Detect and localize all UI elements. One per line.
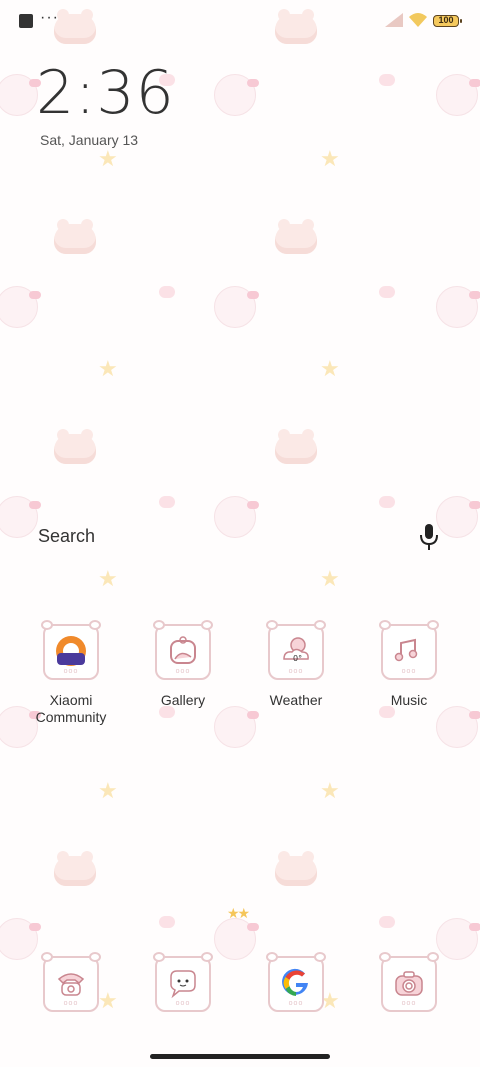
bear-decoration: [54, 851, 96, 886]
gallery-icon: ooo: [153, 620, 213, 680]
app-music[interactable]: ooo Music: [354, 620, 464, 709]
cloud-decoration: [159, 496, 175, 508]
star-decoration: ★: [320, 146, 340, 171]
app-label: Music: [390, 692, 428, 708]
cloud-decoration: [379, 496, 395, 508]
battery-icon: 100: [433, 15, 462, 27]
messages-icon: ooo: [153, 952, 213, 1012]
google-icon: ooo: [266, 952, 326, 1012]
bear-decoration: [275, 851, 317, 886]
app-label: Gallery: [160, 692, 206, 708]
clock-time[interactable]: 2:36: [36, 58, 175, 128]
bunny-decoration: [214, 74, 259, 116]
app-label: Weather: [269, 692, 323, 708]
cloud-decoration: [379, 286, 395, 298]
gesture-navigation-handle[interactable]: [150, 1054, 330, 1059]
music-icon: ooo: [379, 620, 439, 680]
star-decoration: ★: [320, 566, 340, 591]
dock-google[interactable]: ooo: [241, 952, 351, 1012]
search-bar[interactable]: Search: [24, 514, 456, 560]
square-notification-icon: [19, 14, 33, 28]
cloud-decoration: [159, 916, 175, 928]
wifi-icon: [409, 13, 427, 27]
more-notifications-indicator: ···: [40, 9, 59, 26]
cloud-decoration: [379, 74, 395, 86]
bear-decoration: [275, 429, 317, 464]
star-decoration: ★: [98, 778, 118, 803]
star-decoration: ★: [320, 356, 340, 381]
weather-temp: 0°: [293, 654, 302, 663]
bunny-decoration: [436, 706, 480, 748]
camera-icon: ooo: [379, 952, 439, 1012]
star-decoration: ★: [98, 146, 118, 171]
bunny-decoration: [0, 918, 41, 960]
bunny-decoration: [214, 286, 259, 328]
cloud-decoration: [379, 916, 395, 928]
weather-icon: 0° ooo: [266, 620, 326, 680]
app-gallery[interactable]: ooo Gallery: [128, 620, 238, 709]
bear-decoration: [275, 219, 317, 254]
bear-decoration: [54, 429, 96, 464]
bunny-decoration: [436, 74, 480, 116]
phone-icon: ooo: [41, 952, 101, 1012]
bunny-decoration: [0, 74, 41, 116]
cloud-decoration: [159, 286, 175, 298]
star-decoration: ★: [98, 356, 118, 381]
dock-camera[interactable]: ooo: [354, 952, 464, 1012]
bunny-decoration: [214, 918, 259, 960]
bunny-decoration: [436, 286, 480, 328]
xiaomi-community-icon: ooo: [41, 620, 101, 680]
app-weather[interactable]: 0° ooo Weather: [241, 620, 351, 709]
status-bar: ··· 100: [0, 0, 480, 40]
search-label: Search: [38, 526, 96, 546]
dock-messages[interactable]: ooo: [128, 952, 238, 1012]
dock-phone[interactable]: ooo: [16, 952, 126, 1012]
microphone-icon[interactable]: [418, 523, 440, 551]
bunny-decoration: [0, 286, 41, 328]
bear-decoration: [54, 219, 96, 254]
signal-icon: [385, 13, 403, 27]
star-decoration: ★: [98, 566, 118, 591]
crown-icon: ★★: [227, 905, 250, 921]
star-decoration: ★: [320, 778, 340, 803]
clock-date[interactable]: Sat, January 13: [40, 132, 138, 148]
bunny-decoration: [214, 706, 259, 748]
app-label: Xiaomi Community: [35, 692, 107, 725]
bunny-decoration: [436, 918, 480, 960]
app-xiaomi-community[interactable]: ooo Xiaomi Community: [16, 620, 126, 726]
